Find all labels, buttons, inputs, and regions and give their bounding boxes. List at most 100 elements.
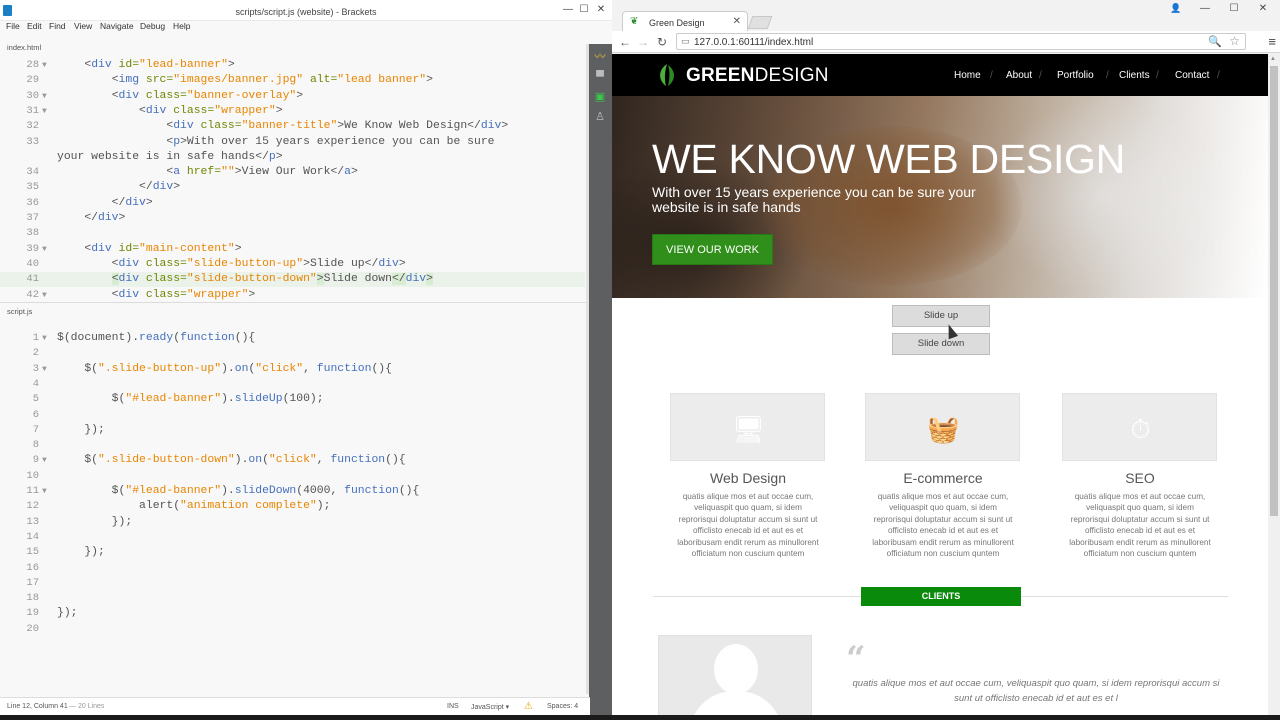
code-line[interactable]: 30 ▼ <div class="banner-overlay">	[0, 89, 585, 104]
code-line[interactable]: 19});	[0, 606, 585, 621]
slide-up-button[interactable]: Slide up	[892, 305, 990, 327]
fold-toggle-icon[interactable]: ▼	[42, 453, 47, 468]
code-line[interactable]: 37 </div>	[0, 211, 585, 226]
fold-toggle-icon[interactable]: ▼	[42, 242, 47, 257]
code-line[interactable]: 29 <img src="images/banner.jpg" alt="lea…	[0, 73, 585, 88]
fold-toggle-icon[interactable]: ▼	[42, 89, 47, 104]
code-line[interactable]: 8	[0, 438, 585, 453]
minimize-icon[interactable]: —	[1197, 3, 1213, 14]
warning-icon[interactable]: ⚠	[524, 701, 533, 712]
back-icon[interactable]: ←	[618, 35, 632, 49]
menu-icon[interactable]: ≡	[1268, 34, 1276, 49]
nav-about[interactable]: About	[1006, 70, 1032, 81]
code-line[interactable]: 32 <div class="banner-title">We Know Web…	[0, 119, 585, 134]
code-token: (){	[385, 454, 406, 467]
site-brand[interactable]: GREENDESIGN	[686, 65, 829, 87]
code-line[interactable]: 36 </div>	[0, 196, 585, 211]
menu-find[interactable]: Find	[49, 21, 66, 31]
fold-toggle-icon[interactable]: ▼	[42, 58, 47, 73]
code-line[interactable]: 20	[0, 622, 585, 637]
insert-mode[interactable]: INS	[447, 703, 459, 710]
git-icon[interactable]: ▣	[592, 90, 608, 104]
leaf-favicon-icon: ❦	[630, 16, 639, 27]
pane-divider[interactable]	[0, 302, 586, 303]
code-line[interactable]: 35 </div>	[0, 180, 585, 195]
forward-icon[interactable]: →	[636, 35, 650, 49]
code-line[interactable]: 5 $("#lead-banner").slideUp(100);	[0, 392, 585, 407]
code-line[interactable]: 12 alert("animation complete");	[0, 499, 585, 514]
code-line[interactable]: 2	[0, 346, 585, 361]
html-editor-pane[interactable]: 28 ▼ <div id="lead-banner"> 29 <img src="i…	[0, 58, 585, 301]
code-line[interactable]: 13 });	[0, 515, 585, 530]
maximize-icon[interactable]: ☐	[1226, 3, 1242, 14]
code-text: $(document).ready(function(){	[57, 331, 255, 346]
code-line[interactable]: 14	[0, 530, 585, 545]
nav-contact[interactable]: Contact	[1175, 70, 1209, 81]
code-line[interactable]: 3 ▼ $(".slide-button-up").on("click", fun…	[0, 362, 585, 377]
maximize-icon[interactable]: ☐	[577, 4, 591, 15]
fold-toggle-icon[interactable]: ▼	[42, 362, 47, 377]
minimize-icon[interactable]: —	[561, 4, 575, 15]
fold-toggle-icon[interactable]: ▼	[42, 484, 47, 499]
code-token: "click"	[268, 454, 317, 467]
browser-tab[interactable]: ❦ Green Design ✕	[622, 11, 748, 32]
menu-edit[interactable]: Edit	[27, 21, 42, 31]
bottom-pane-filename[interactable]: script.js	[7, 307, 32, 316]
code-line[interactable]: 33 <p>With over 15 years experience you …	[0, 135, 585, 150]
page-scrollbar[interactable]: ▲	[1268, 54, 1280, 720]
code-line[interactable]: 28 ▼ <div id="lead-banner">	[0, 58, 585, 73]
zoom-icon[interactable]: 🔍	[1208, 35, 1222, 48]
close-icon[interactable]: ✕	[594, 4, 608, 15]
nav-clients[interactable]: Clients	[1119, 70, 1150, 81]
live-preview-icon[interactable]: 〰	[592, 50, 608, 64]
code-line[interactable]: 15 });	[0, 545, 585, 560]
indent-setting[interactable]: Spaces: 4	[547, 703, 578, 710]
code-line[interactable]: 39 ▼ <div id="main-content">	[0, 242, 585, 257]
extension-manager-icon[interactable]: ▀	[592, 70, 608, 84]
view-our-work-button[interactable]: VIEW OUR WORK	[652, 234, 773, 265]
code-line[interactable]: 4	[0, 377, 585, 392]
code-line[interactable]: 41 <div class="slide-button-down">Slide …	[0, 272, 585, 288]
code-line[interactable]: 16	[0, 561, 585, 576]
language-select[interactable]: JavaScript ▾	[471, 703, 509, 711]
menu-debug[interactable]: Debug	[140, 21, 165, 31]
tab-close-icon[interactable]: ✕	[733, 16, 741, 27]
reload-icon[interactable]: ↻	[655, 35, 669, 49]
scrollbar-thumb[interactable]	[1270, 66, 1278, 516]
js-editor-pane[interactable]: 1 ▼ $(document).ready(function(){2 3 ▼ $(".s…	[0, 330, 585, 696]
star-icon[interactable]: ☆	[1229, 34, 1240, 48]
code-line[interactable]: your website is in safe hands</p>	[0, 150, 585, 165]
code-line[interactable]: 38	[0, 226, 585, 241]
fold-toggle-icon[interactable]: ▼	[42, 104, 47, 119]
code-line[interactable]: 40 <div class="slide-button-up">Slide up…	[0, 257, 585, 272]
code-line[interactable]: 18	[0, 591, 585, 606]
nav-home[interactable]: Home	[954, 70, 981, 81]
code-line[interactable]: 9 ▼ $(".slide-button-down").on("click", f…	[0, 453, 585, 468]
menu-navigate[interactable]: Navigate	[100, 21, 134, 31]
nav-portfolio[interactable]: Portfolio	[1057, 70, 1094, 81]
new-tab-button[interactable]	[747, 16, 773, 29]
code-line[interactable]: 11 ▼ $("#lead-banner").slideDown(4000, fu…	[0, 484, 585, 499]
top-pane-filename[interactable]: index.html	[7, 43, 41, 52]
slide-down-button[interactable]: Slide down	[892, 333, 990, 355]
code-line[interactable]: 31 ▼ <div class="wrapper">	[0, 104, 585, 119]
cursor-position[interactable]: Line 12, Column 41	[7, 703, 68, 710]
user-icon[interactable]: 👤	[1168, 3, 1184, 14]
fold-toggle-icon[interactable]: ▼	[42, 331, 47, 346]
menu-file[interactable]: File	[6, 21, 20, 31]
code-line[interactable]: 10	[0, 469, 585, 484]
code-line[interactable]: 7 });	[0, 423, 585, 438]
code-line[interactable]: 6	[0, 408, 585, 423]
code-line[interactable]: 17	[0, 576, 585, 591]
menu-view[interactable]: View	[74, 21, 92, 31]
theme-icon[interactable]: ♙	[592, 110, 608, 124]
scroll-up-icon[interactable]: ▲	[1270, 56, 1276, 62]
close-icon[interactable]: ✕	[1255, 3, 1271, 14]
leaf-logo-icon[interactable]	[654, 62, 680, 88]
menu-help[interactable]: Help	[173, 21, 190, 31]
code-line[interactable]: 42 ▼ <div class="wrapper">	[0, 288, 585, 302]
address-bar[interactable]: ▭ 127.0.0.1:60111/index.html 🔍 ☆	[676, 33, 1246, 50]
code-line[interactable]: 1 ▼ $(document).ready(function(){	[0, 331, 585, 346]
fold-toggle-icon[interactable]: ▼	[42, 288, 47, 302]
code-line[interactable]: 34 <a href="">View Our Work</a>	[0, 165, 585, 180]
